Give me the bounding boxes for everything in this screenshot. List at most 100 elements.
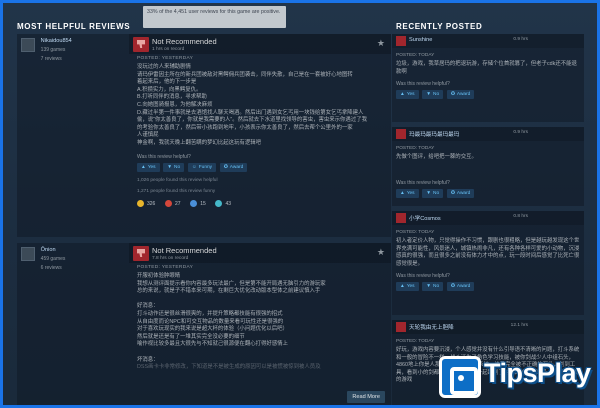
thumbs-up-icon: ▲ xyxy=(400,92,405,98)
avatar[interactable] xyxy=(21,38,35,52)
author-name[interactable]: Ônion xyxy=(41,247,66,253)
award-value: 43 xyxy=(225,201,232,208)
recent-review-header[interactable]: 天轮我由无上胆降 12.1 hrs xyxy=(392,320,584,334)
star-icon[interactable]: ★ xyxy=(377,247,385,258)
helpful-question: Was this review helpful? xyxy=(137,153,191,160)
review-line: 坏消息： xyxy=(137,356,159,363)
thumbs-down-icon xyxy=(396,36,406,46)
recent-review-card: 玛最玛最玛最玛最玛 0.9 hrs POSTED: TODAY 先做个图评，给吧… xyxy=(392,127,584,206)
recent-hours: 0.8 hrs xyxy=(513,214,528,219)
thumbs-down-icon: ▼ xyxy=(167,164,172,170)
read-more-button[interactable]: Read More xyxy=(347,391,385,403)
recent-review-text: 先做个图评，给吧把一棘的交互。 xyxy=(396,154,477,160)
recent-review-text: 初入者定价人物，只觉得操作不习惯，跟剧也很粗略，但是越玩越发现这个世界充满可能性… xyxy=(396,238,580,267)
recent-review-header[interactable]: 小学Cosmos 0.8 hrs xyxy=(392,211,584,225)
author-games[interactable]: 459 games xyxy=(41,256,66,262)
thumbs-up-icon: ▲ xyxy=(141,164,146,170)
thumbs-up-icon: ▲ xyxy=(400,284,405,290)
review-line: 开服初体验肿眼睛 xyxy=(137,273,181,279)
author-name[interactable]: Nikaidou854 xyxy=(41,38,72,44)
recommendation-label: Not Recommended xyxy=(152,246,217,255)
vote-no-button[interactable]: ▼ No xyxy=(422,90,444,100)
vote-yes-button[interactable]: ▲ Yes xyxy=(396,90,419,100)
posted-date: POSTED: TODAY xyxy=(396,53,435,58)
award-button[interactable]: ✪ Award xyxy=(219,162,248,172)
review-line: 对于喜欢玩现实的我来说是超大杯的体验（小问题优化以后吧） xyxy=(137,326,288,333)
recent-hours: 0.9 hrs xyxy=(513,37,528,42)
award-count[interactable]: 15 xyxy=(190,200,206,208)
review-line xyxy=(137,296,383,304)
vote-yes-button[interactable]: ▲ Yes xyxy=(137,162,160,172)
vote-funny-button[interactable]: ☺ Funny xyxy=(187,162,217,172)
recent-review-card: 小学Cosmos 0.8 hrs POSTED: TODAY 初入者定价人物，只… xyxy=(392,211,584,315)
no-label: No xyxy=(174,164,181,170)
avatar[interactable] xyxy=(21,247,35,261)
author-games[interactable]: 139 games xyxy=(41,47,72,53)
vote-header[interactable]: Not Recommended 1 hrs on record ★ xyxy=(129,34,391,54)
helpful-question: Was this review helpful? xyxy=(396,179,450,186)
vote-no-button[interactable]: ▼ No xyxy=(163,162,185,172)
award-button[interactable]: ✪ Award xyxy=(446,90,475,100)
funny-count: 1,271 people found this review funny xyxy=(137,188,216,194)
review-line: 没玩过的人来辅助剧情 xyxy=(137,64,191,70)
review-line: 总的来说，就是子不错本来可期，在剩巨大优化改动版本型体之前建议慎入手 xyxy=(137,288,321,295)
award-label: Award xyxy=(456,190,471,196)
recent-review-header[interactable]: Sunshine 0.9 hrs xyxy=(392,34,584,48)
award-count[interactable]: 43 xyxy=(215,200,232,208)
posted-date: POSTED: TODAY xyxy=(396,230,435,235)
helpful-question: Was this review helpful? xyxy=(396,81,450,88)
review-line: 好消息： xyxy=(137,303,159,310)
award-label: Award xyxy=(229,164,244,170)
thumbs-down-icon xyxy=(396,322,406,332)
review-author[interactable]: Ônion 459 games 6 reviews xyxy=(21,247,121,271)
most-helpful-title: MOST HELPFUL REVIEWS xyxy=(17,22,131,31)
yes-label: Yes xyxy=(147,164,156,170)
hours-on-record: 7.8 hrs on record xyxy=(152,256,189,261)
recommendation-label: Not Recommended xyxy=(152,37,217,46)
review-line: 人谨慎屁 xyxy=(137,132,159,139)
award-button[interactable]: ✪ Award xyxy=(446,188,475,198)
recent-author[interactable]: 玛最玛最玛最玛最玛 xyxy=(409,130,459,138)
recent-author[interactable]: 天轮我由无上胆降 xyxy=(409,323,454,331)
award-teal-icon xyxy=(215,200,223,208)
award-count[interactable]: 27 xyxy=(165,200,181,208)
review-line: 神金啊，我就天晚上翻苦瞒的梦幻比起这玩有逻辑吧 xyxy=(137,139,261,146)
recent-author[interactable]: Sunshine xyxy=(409,37,432,43)
award-red-icon xyxy=(165,200,173,208)
author-reviews[interactable]: 7 reviews xyxy=(41,56,72,62)
vote-yes-button[interactable]: ▲ Yes xyxy=(396,282,419,292)
review-card: Nikaidou854 139 games 7 reviews Not Reco… xyxy=(17,34,391,237)
logo-text: TipsPlay xyxy=(484,358,591,388)
recent-author[interactable]: 小学Cosmos xyxy=(409,214,441,222)
award-value: 326 xyxy=(147,201,156,208)
thumbs-down-icon: ▼ xyxy=(426,284,431,290)
review-line: 着起来后，他的下一步是 xyxy=(137,79,197,86)
award-gold-icon xyxy=(137,200,144,208)
award-button[interactable]: ✪ Award xyxy=(446,282,475,292)
vote-header[interactable]: Not Recommended 7.8 hrs on record ★ xyxy=(129,243,391,263)
yes-label: Yes xyxy=(406,92,415,98)
author-reviews[interactable]: 6 reviews xyxy=(41,265,66,271)
vote-no-button[interactable]: ▼ No xyxy=(422,282,444,292)
recent-hours: 0.9 hrs xyxy=(513,130,528,135)
no-label: No xyxy=(433,92,440,98)
star-icon[interactable]: ★ xyxy=(377,38,385,49)
award-icon: ✪ xyxy=(450,190,455,196)
recent-review-card: Sunshine 0.9 hrs POSTED: TODAY 垃圾，游戏，我草居… xyxy=(392,34,584,122)
thumbs-down-icon: ▼ xyxy=(426,92,431,98)
vote-yes-button[interactable]: ▲ Yes xyxy=(396,188,419,198)
posted-date: POSTED: YESTERDAY xyxy=(137,56,194,61)
recent-review-text: 垃圾，游戏，我草居玛的把退玩游，存储个位首就篡了，但老子cdk还不能退款啊 xyxy=(396,61,577,75)
award-label: Award xyxy=(456,284,471,290)
review-card: Ônion 459 games 6 reviews Not Recommende… xyxy=(17,243,391,405)
recent-review-header[interactable]: 玛最玛最玛最玛最玛 0.9 hrs xyxy=(392,127,584,141)
posted-date: POSTED: YESTERDAY xyxy=(137,265,194,270)
posted-date: POSTED: TODAY xyxy=(396,339,435,344)
review-line: 打斗动作还是很丝滑很爽的，并提升策略都技能有很强的招式 xyxy=(137,310,283,317)
thumbs-down-icon xyxy=(396,213,406,223)
award-count[interactable]: 326 xyxy=(137,200,156,208)
vote-no-button[interactable]: ▼ No xyxy=(422,188,444,198)
award-icon: ✪ xyxy=(450,284,455,290)
tipsplay-logo: TipsPlay xyxy=(439,356,591,402)
review-author[interactable]: Nikaidou854 139 games 7 reviews xyxy=(21,38,121,62)
